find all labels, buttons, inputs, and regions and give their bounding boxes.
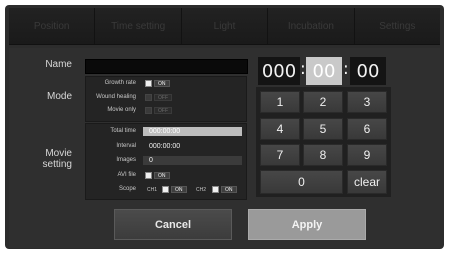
movie-setting-label: Movie setting — [42, 148, 72, 170]
checkbox-icon — [162, 186, 169, 193]
images-label: Images — [116, 157, 136, 163]
name-label: Name — [45, 59, 72, 70]
key-0[interactable]: 0 — [260, 170, 343, 194]
ch1-label: CH1 — [147, 187, 158, 193]
name-input[interactable] — [85, 59, 248, 74]
scope-label: Scope — [118, 186, 136, 192]
timer-separator: : — [343, 59, 349, 79]
ch2-state: ON — [221, 186, 237, 193]
growth-rate-state: ON — [154, 80, 170, 87]
checkbox-icon — [145, 94, 152, 101]
ch2-label: CH2 — [196, 187, 207, 193]
timer-minutes[interactable]: 00 — [306, 57, 342, 85]
total-time-field[interactable]: 000:00:00 — [143, 127, 242, 136]
images-field: 0 — [143, 156, 242, 165]
mode-label: Mode — [46, 91, 72, 102]
key-3[interactable]: 3 — [347, 91, 387, 113]
avi-file-label: AVI file — [117, 172, 136, 178]
ch1-toggle[interactable]: ON — [162, 186, 187, 193]
key-6[interactable]: 6 — [347, 118, 387, 140]
wound-healing-toggle[interactable]: OFF — [145, 94, 172, 101]
key-2[interactable]: 2 — [303, 91, 343, 113]
timer-separator: : — [300, 59, 306, 79]
checkbox-icon — [212, 186, 219, 193]
cancel-button[interactable]: Cancel — [114, 209, 232, 240]
key-5[interactable]: 5 — [303, 118, 343, 140]
checkbox-icon — [145, 107, 152, 114]
apply-button[interactable]: Apply — [248, 209, 366, 240]
interval-field[interactable]: 000:00:00 — [143, 142, 242, 151]
key-8[interactable]: 8 — [303, 144, 343, 166]
tab-time-setting[interactable]: Time setting — [95, 8, 182, 44]
movie-only-state: OFF — [154, 107, 172, 114]
wound-healing-label: Wound healing — [96, 94, 136, 100]
tab-incubation[interactable]: Incubation — [268, 8, 355, 44]
tab-light[interactable]: Light — [181, 8, 269, 44]
checkbox-icon — [145, 80, 152, 87]
timer-seconds[interactable]: 00 — [350, 57, 386, 85]
clear-button[interactable]: clear — [347, 170, 387, 194]
interval-label: Interval — [116, 143, 136, 149]
growth-rate-label: Growth rate — [104, 80, 136, 86]
total-time-label: Total time — [110, 128, 136, 134]
tab-position[interactable]: Position — [9, 8, 96, 44]
key-7[interactable]: 7 — [260, 144, 300, 166]
growth-rate-toggle[interactable]: ON — [145, 80, 170, 87]
wound-healing-state: OFF — [154, 94, 172, 101]
timer-hours[interactable]: 000 — [258, 57, 300, 85]
key-1[interactable]: 1 — [260, 91, 300, 113]
tab-bar: Position Time setting Light Incubation S… — [9, 8, 441, 45]
avi-file-toggle[interactable]: ON — [145, 172, 170, 179]
tab-settings[interactable]: Settings — [354, 8, 441, 44]
ch2-toggle[interactable]: ON — [212, 186, 237, 193]
key-9[interactable]: 9 — [347, 144, 387, 166]
key-4[interactable]: 4 — [260, 118, 300, 140]
movie-only-label: Movie only — [107, 107, 136, 113]
movie-only-toggle[interactable]: OFF — [145, 107, 172, 114]
avi-file-state: ON — [154, 172, 170, 179]
checkbox-icon — [145, 172, 152, 179]
ch1-state: ON — [171, 186, 187, 193]
